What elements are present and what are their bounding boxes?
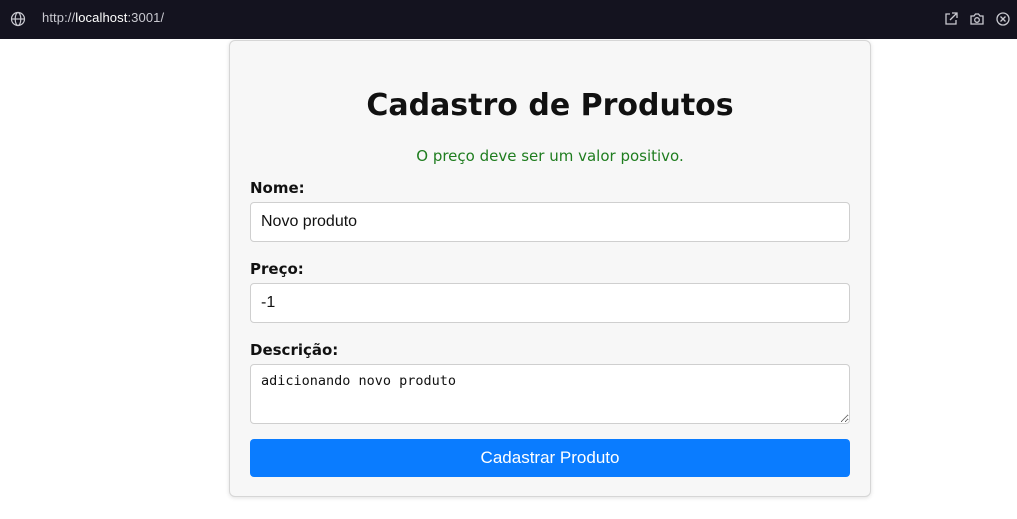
nome-label: Nome:	[250, 179, 305, 197]
product-form-card: Cadastro de Produtos O preço deve ser um…	[229, 40, 871, 497]
camera-icon[interactable]	[969, 11, 985, 27]
nome-input[interactable]	[250, 202, 850, 242]
url-suffix: :3001/	[127, 10, 165, 25]
validation-message: O preço deve ser um valor positivo.	[416, 147, 684, 165]
browser-toolbar: http://localhost:3001/	[0, 0, 1017, 39]
globe-icon	[10, 11, 26, 27]
preco-input[interactable]	[250, 283, 850, 323]
open-external-icon[interactable]	[943, 11, 959, 27]
address-bar[interactable]: http://localhost:3001/	[42, 10, 164, 25]
descricao-textarea[interactable]: adicionando novo produto	[250, 364, 850, 424]
page-title: Cadastro de Produtos	[366, 88, 734, 123]
close-icon[interactable]	[995, 11, 1011, 27]
url-host: localhost	[75, 10, 128, 25]
preco-label: Preço:	[250, 260, 304, 278]
url-prefix: http://	[42, 10, 76, 25]
toolbar-actions	[943, 11, 1011, 27]
cadastrar-produto-button[interactable]: Cadastrar Produto	[250, 439, 850, 477]
descricao-label: Descrição:	[250, 341, 339, 359]
